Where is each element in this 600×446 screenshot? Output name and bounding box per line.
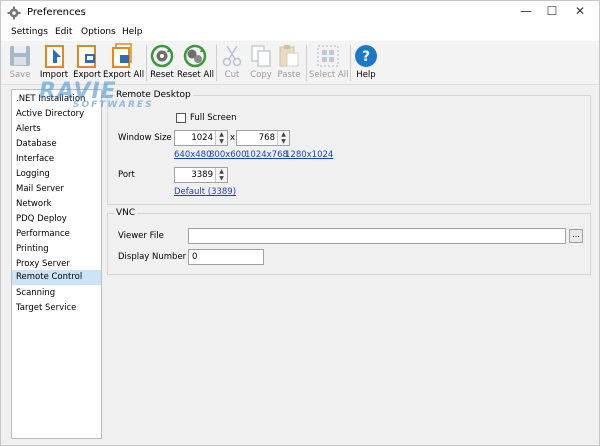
sidebar-item-pdq-deploy[interactable]: PDQ Deploy [12,212,101,227]
vnc-title: VNC [114,208,138,218]
maximize-button[interactable]: ☐ [539,2,565,22]
reset-all-gears-icon [183,44,207,68]
cut-label: Cut [224,70,240,80]
sidebar-item-printing[interactable]: Printing [12,242,101,257]
remote-control-settings: Remote Desktop Full Screen Window Size 1… [105,89,593,439]
full-screen-label: Full Screen [190,113,237,123]
toolbar-separator [216,45,217,81]
preferences-window: Preferences — ☐ ✕ Settings Edit Options … [0,0,600,446]
scissors-icon [222,45,242,67]
sidebar-item-performance[interactable]: Performance [12,227,101,242]
full-screen-checkbox[interactable] [176,113,186,123]
preset-800x600-link[interactable]: 800x600 [209,150,246,160]
sidebar-item-target-service[interactable]: Target Service [12,301,101,316]
export-all-button[interactable]: Export All [103,43,144,83]
clipboard-icon [279,45,299,67]
help-question-icon: ? [355,45,377,67]
sidebar-item-scanning[interactable]: Scanning [12,286,101,301]
gear-icon [7,6,21,20]
reset-all-button[interactable]: Reset All [177,43,214,83]
minimize-button[interactable]: — [513,2,539,22]
paste-button[interactable]: Paste [275,43,303,83]
title-bar: Preferences — ☐ ✕ [1,1,599,25]
window-width-stepper[interactable]: 1024 ▲ ▼ [174,130,228,146]
copy-icon [251,45,271,67]
window-height-value: 768 [258,133,275,143]
help-label: Help [356,70,376,80]
toolbar-separator [146,45,147,81]
preset-1024x768-link[interactable]: 1024x768 [245,150,288,160]
sidebar-item-network[interactable]: Network [12,197,101,212]
menu-options[interactable]: Options [81,27,116,37]
import-button[interactable]: Import [38,43,70,83]
preset-1280x1024-link[interactable]: 1280x1024 [285,150,333,160]
save-label: Save [9,70,31,80]
sidebar-item-database[interactable]: Database [12,137,101,152]
display-number-input[interactable]: 0 [188,249,264,265]
stepper-arrows-icon[interactable]: ▲ ▼ [215,168,227,182]
sidebar-item-interface[interactable]: Interface [12,152,101,167]
select-all-icon [317,45,339,67]
port-stepper[interactable]: 3389 ▲ ▼ [174,167,228,183]
export-all-icon [112,43,132,68]
reset-all-label: Reset All [177,70,214,80]
window-width-value: 1024 [191,133,213,143]
save-button[interactable]: Save [5,43,35,83]
svg-text:?: ? [362,49,370,65]
reset-label: Reset [150,70,174,80]
window-title: Preferences [27,7,86,18]
toolbar-separator [350,45,351,81]
menu-edit[interactable]: Edit [55,27,72,37]
menu-settings[interactable]: Settings [11,27,48,37]
sidebar-item-alerts[interactable]: Alerts [12,122,101,137]
copy-button[interactable]: Copy [247,43,275,83]
preferences-category-list: .NET Installation Active Directory Alert… [11,89,102,439]
help-button[interactable]: ? Help [353,43,379,83]
viewer-file-input[interactable] [188,228,566,244]
toolbar-separator [306,45,307,81]
select-all-button[interactable]: Select All [309,43,349,83]
menu-help[interactable]: Help [122,27,143,37]
preset-640x480-link[interactable]: 640x480 [174,150,211,160]
display-number-label: Display Number [118,252,187,262]
default-port-link[interactable]: Default (3389) [174,187,236,197]
reset-button[interactable]: Reset [149,43,175,83]
copy-label: Copy [250,70,272,80]
port-value: 3389 [191,170,213,180]
watermark-logo: RAVIE SOFTWARES [39,79,152,110]
paste-label: Paste [277,70,301,80]
port-label: Port [118,170,135,180]
viewer-file-label: Viewer File [118,231,164,241]
window-size-label: Window Size [118,133,172,143]
sidebar-item-logging[interactable]: Logging [12,167,101,182]
select-all-label: Select All [309,70,349,80]
cut-button[interactable]: Cut [219,43,245,83]
export-icon [77,45,96,68]
stepper-arrows-icon[interactable]: ▲ ▼ [277,131,289,145]
watermark-sub-text: SOFTWARES [73,100,154,110]
import-icon [45,45,64,68]
export-button[interactable]: Export [71,43,103,83]
reset-gear-icon [150,44,174,68]
window-height-stepper[interactable]: 768 ▲ ▼ [236,130,290,146]
sidebar-item-mail-server[interactable]: Mail Server [12,182,101,197]
close-button[interactable]: ✕ [567,2,593,22]
remote-desktop-title: Remote Desktop [114,90,193,100]
remote-desktop-group: Remote Desktop Full Screen Window Size 1… [107,90,591,205]
browse-button[interactable]: ... [569,229,583,243]
menu-bar: Settings Edit Options Help [1,25,599,41]
sidebar-item-remote-control[interactable]: Remote Control [12,270,101,285]
size-separator: x [230,133,236,143]
vnc-group: VNC Viewer File ... Display Number 0 [107,208,591,275]
stepper-arrows-icon[interactable]: ▲ ▼ [215,131,227,145]
floppy-disk-icon [10,46,30,66]
